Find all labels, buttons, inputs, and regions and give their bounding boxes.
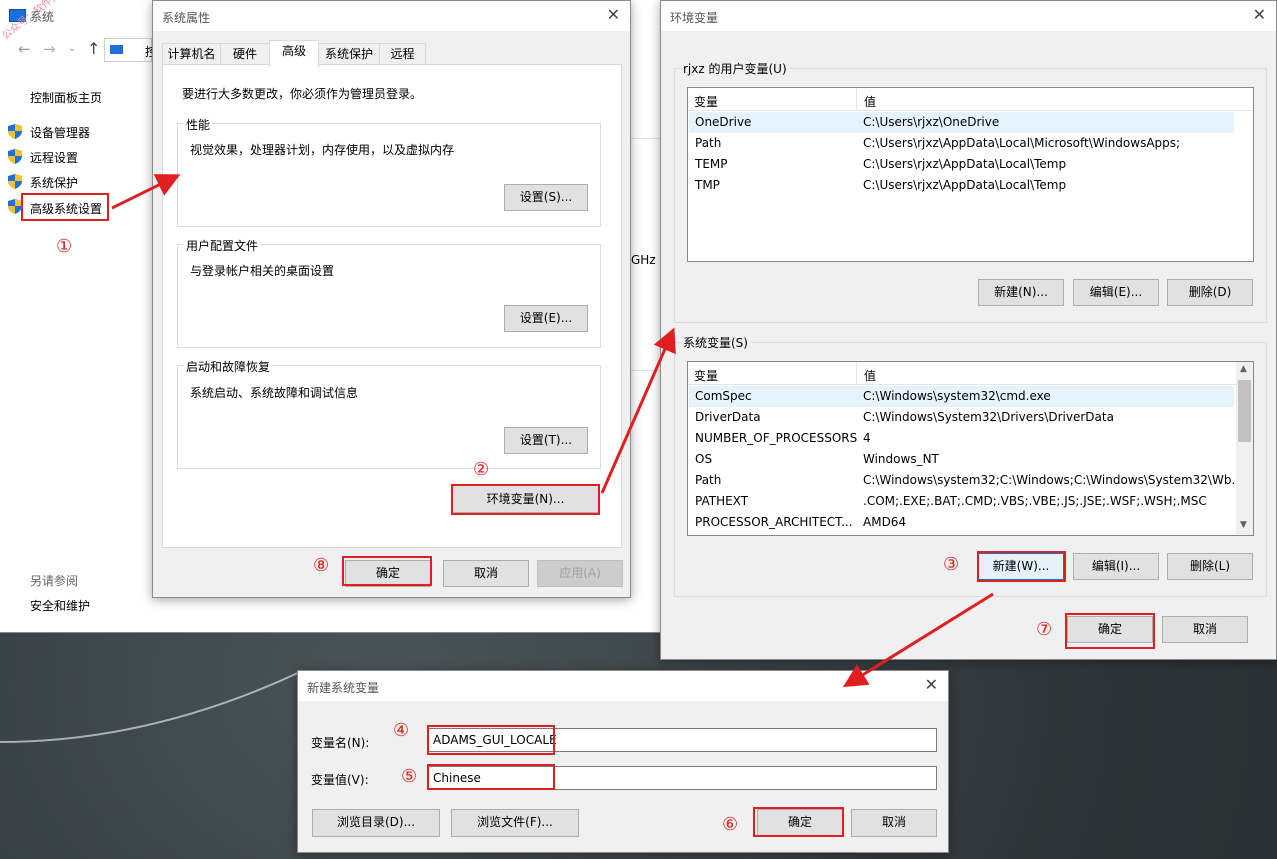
arrow-step-3 [842, 592, 994, 688]
tab-advanced[interactable]: 高级 [269, 40, 319, 67]
arrow-step-2 [600, 327, 676, 494]
annotation-arrows [111, 174, 994, 688]
arrow-step-1 [111, 174, 181, 210]
